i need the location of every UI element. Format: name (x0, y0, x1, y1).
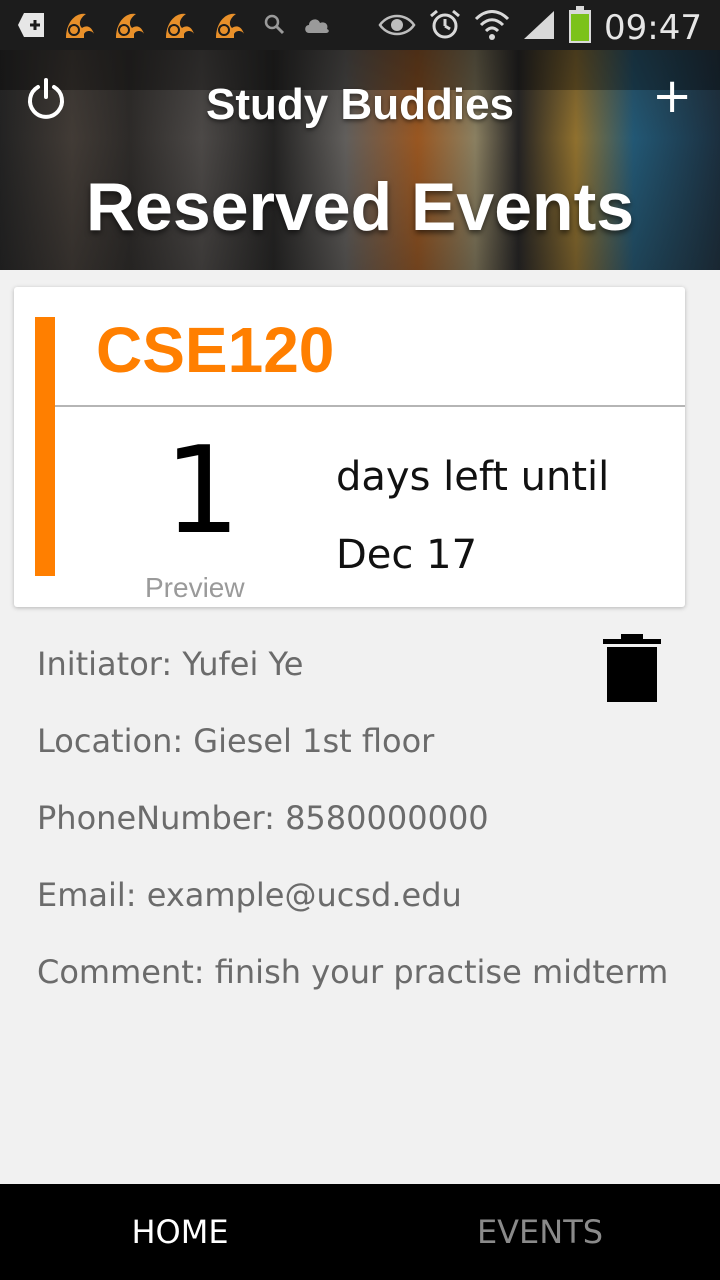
status-time: 09:47 (604, 7, 702, 48)
event-date: Dec 17 (336, 532, 478, 578)
preview-label[interactable]: Preview (145, 572, 245, 604)
header: Study Buddies + Reserved Events (0, 50, 720, 270)
status-bar: 09:47 (0, 0, 720, 50)
battery-icon (568, 6, 592, 49)
uc-browser-icon (62, 8, 98, 47)
days-left-count: 1 (164, 422, 241, 561)
search-icon (262, 12, 288, 43)
event-card[interactable]: CSE120 1 Preview days left until Dec 17 (14, 287, 685, 607)
tab-events[interactable]: EVENTS (360, 1184, 720, 1280)
event-course-title: CSE120 (96, 314, 335, 386)
add-notification-icon (16, 9, 48, 46)
location-text: Location: Giesel 1st floor (37, 722, 435, 760)
comment-text: Comment: finish your practise midterm (37, 953, 669, 991)
signal-icon (522, 9, 556, 46)
add-event-button[interactable]: + (652, 72, 692, 120)
uc-browser-icon (112, 8, 148, 47)
page-title: Reserved Events (85, 169, 635, 245)
uc-browser-icon (162, 8, 198, 47)
wifi-icon (474, 9, 510, 46)
event-accent-bar (35, 317, 55, 576)
eye-icon (378, 11, 416, 44)
event-details: Initiator: Yufei Ye Location: Giesel 1st… (37, 640, 668, 1025)
days-left-label: days left until (336, 454, 610, 500)
email-text: Email: example@ucsd.edu (37, 876, 462, 914)
app-title: Study Buddies (205, 80, 515, 129)
tab-home[interactable]: HOME (0, 1184, 360, 1280)
alarm-icon (428, 8, 462, 47)
cloud-icon (302, 13, 332, 42)
status-bar-system: 09:47 (378, 6, 702, 49)
card-divider (55, 405, 685, 407)
uc-browser-icon (212, 8, 248, 47)
initiator-text: Initiator: Yufei Ye (37, 645, 304, 683)
phone-text: PhoneNumber: 8580000000 (37, 799, 489, 837)
bottom-tab-bar: HOME EVENTS (0, 1184, 720, 1280)
status-bar-notifications (16, 8, 332, 47)
